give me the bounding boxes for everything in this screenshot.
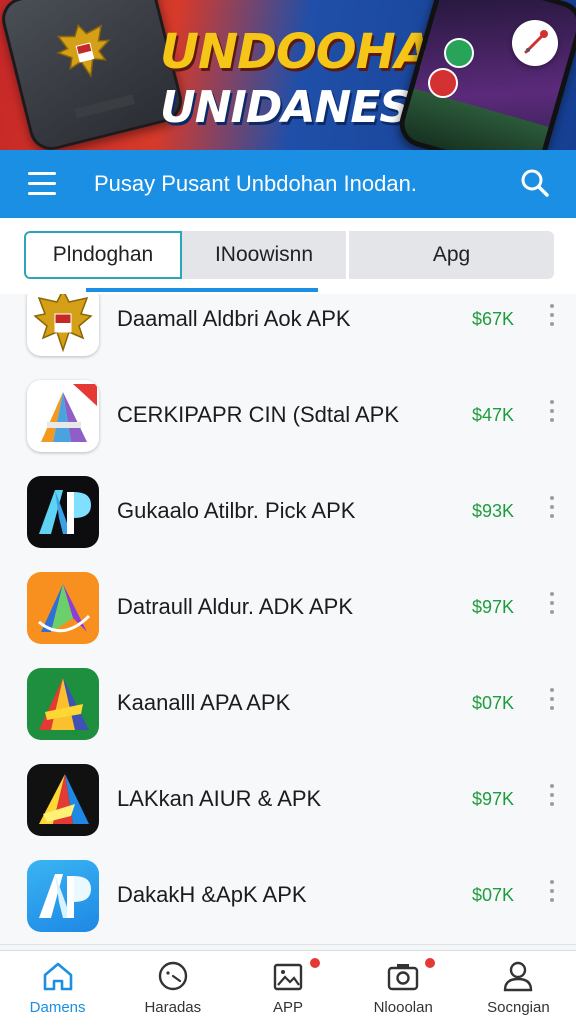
orange-a-icon [27, 572, 99, 644]
more-options-icon[interactable] [546, 880, 558, 910]
garuda-emblem-icon [56, 23, 111, 78]
nav-item-haradas[interactable]: Haradas [115, 951, 230, 1025]
app-size: $93K [472, 501, 515, 521]
compass-icon [524, 30, 548, 54]
app-size: $47K [472, 405, 515, 425]
green-badge-icon [444, 38, 474, 68]
nav-label: Socngian [487, 999, 550, 1016]
app-name: Daamall Aldbri Aok APK [117, 306, 351, 331]
app-name: LAKkan AIUR & APK [117, 786, 322, 811]
bottom-navigation: Damens Haradas APP Nlooolan Socngian [0, 950, 576, 1025]
phone-label-plate [74, 94, 135, 119]
nav-label: Haradas [144, 999, 202, 1016]
person-icon [504, 961, 533, 992]
phone-landscape [400, 88, 549, 150]
black-a-icon [27, 764, 99, 836]
app-bar: Pusay Pusant Unbdohan Inodan. [0, 150, 576, 218]
clock-face-icon [158, 961, 187, 991]
app-size: $07K [472, 885, 515, 905]
app-size: $67K [472, 309, 515, 329]
tab-bar: Plndoghan INoowisnn Apg [0, 218, 576, 294]
list-item[interactable]: LAKkan AIUR & APK $97K [0, 752, 576, 849]
green-a-icon [27, 668, 99, 740]
search-icon[interactable] [520, 168, 550, 198]
home-icon [43, 962, 72, 991]
list-item[interactable]: Gukaalo Atilbr. Pick APK $93K [0, 464, 576, 561]
menu-icon[interactable] [28, 172, 56, 196]
more-options-icon[interactable] [546, 688, 558, 718]
nav-item-app[interactable]: APP [230, 951, 345, 1025]
nav-label: Damens [29, 999, 86, 1016]
app-size: $97K [472, 597, 515, 617]
banner-title-line2: UNIDANESIA [160, 82, 460, 133]
tab-indicator [86, 288, 318, 292]
camera-icon [388, 964, 419, 991]
list-item[interactable]: Daamall Aldbri Aok APK $67K [0, 294, 576, 369]
notification-badge [423, 957, 436, 969]
app-size: $97K [472, 789, 515, 809]
promo-banner[interactable]: UNDOOHAN UNIDANESIA [0, 0, 576, 150]
garuda-emblem-icon [27, 294, 99, 356]
app-size: $07K [472, 693, 515, 713]
red-badge-icon [428, 68, 458, 98]
tab-plndoghan[interactable]: Plndoghan [24, 231, 182, 279]
banner-title-line1: UNDOOHAN [160, 24, 471, 80]
prism-a-icon [27, 380, 99, 452]
tab-inoowisnn[interactable]: INoowisnn [182, 231, 346, 279]
nav-item-socngian[interactable]: Socngian [461, 951, 576, 1025]
app-list[interactable]: Daamall Aldbri Aok APK $67K CERKIPAPR CI… [0, 294, 576, 950]
list-item[interactable]: Datraull Aldur. ADK APK $97K [0, 560, 576, 657]
app-bar-title: Pusay Pusant Unbdohan Inodan. [94, 171, 417, 196]
nav-item-home[interactable]: Damens [0, 951, 115, 1025]
more-options-icon[interactable] [546, 592, 558, 622]
app-name: CERKIPAPR CIN (Sdtal APK [117, 402, 400, 427]
nav-item-nlooolan[interactable]: Nlooolan [346, 951, 461, 1025]
list-item[interactable]: CERKIPAPR CIN (Sdtal APK $47K [0, 368, 576, 465]
ap-blue-icon [27, 860, 99, 932]
image-icon [273, 963, 303, 991]
app-name: Datraull Aldur. ADK APK [117, 594, 354, 619]
more-options-icon[interactable] [546, 400, 558, 430]
app-name: Gukaalo Atilbr. Pick APK [117, 498, 356, 523]
nav-label: APP [273, 999, 304, 1016]
more-options-icon[interactable] [546, 304, 558, 334]
notification-badge [308, 957, 321, 969]
nav-label: Nlooolan [373, 999, 433, 1016]
list-item[interactable]: DakakH &ApK APK $07K [0, 848, 576, 945]
ap-dark-icon [27, 476, 99, 548]
more-options-icon[interactable] [546, 496, 558, 526]
app-name: Kaanalll APA APK [117, 690, 291, 715]
list-item[interactable]: Kaanalll APA APK $07K [0, 656, 576, 753]
tab-apg[interactable]: Apg [346, 231, 554, 279]
compass-button[interactable] [512, 20, 558, 66]
more-options-icon[interactable] [546, 784, 558, 814]
app-name: DakakH &ApK APK [117, 882, 307, 907]
tab-group: Plndoghan INoowisnn Apg [24, 231, 554, 279]
phone-illustration-left [0, 0, 187, 150]
